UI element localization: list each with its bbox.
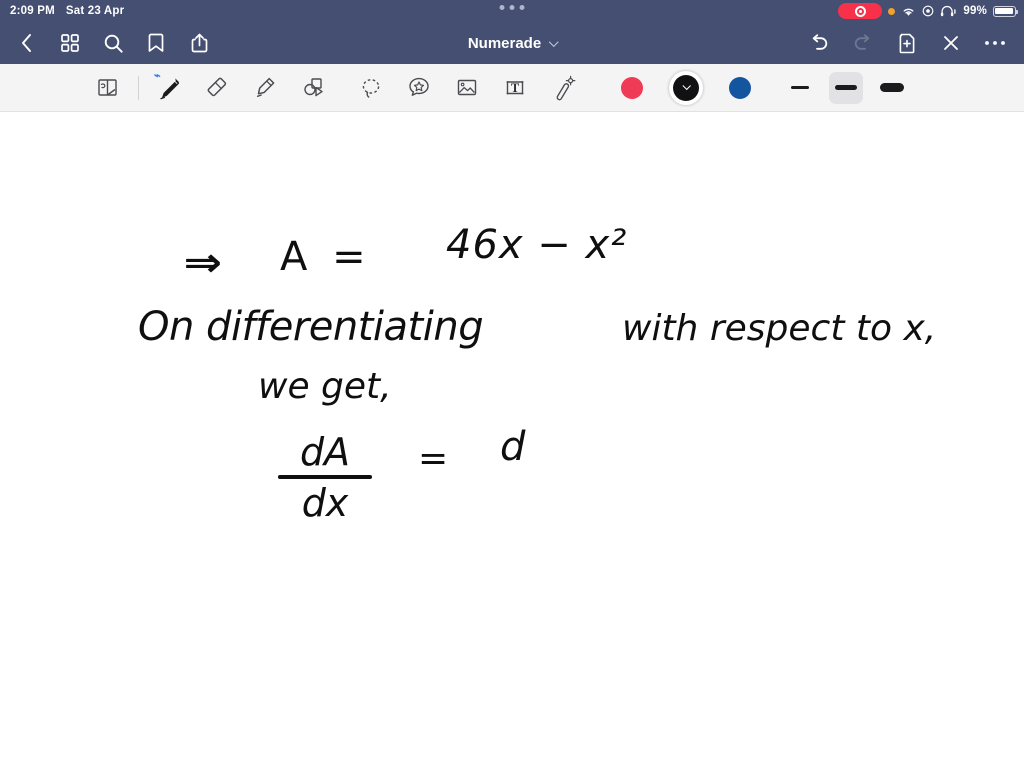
- screen-record-pill[interactable]: [838, 3, 883, 19]
- back-button[interactable]: [8, 26, 46, 60]
- bluetooth-icon: ⌁: [154, 69, 161, 82]
- width-thin-icon: [791, 86, 809, 89]
- add-page-button[interactable]: [888, 26, 926, 60]
- shapes-tool[interactable]: [289, 68, 337, 108]
- more-button[interactable]: [976, 26, 1014, 60]
- text-box-icon: T: [506, 80, 524, 95]
- share-icon: [191, 33, 207, 53]
- record-ring-icon: [854, 5, 866, 17]
- battery-icon: [993, 5, 1019, 17]
- handle-dot: [519, 5, 525, 10]
- width-thick[interactable]: [875, 72, 909, 104]
- ellipsis-icon: [985, 41, 1005, 45]
- toolbar-divider: [138, 75, 139, 100]
- toolbar-tools-group: ⌁ T: [84, 68, 587, 108]
- color-red-swatch: [621, 76, 643, 99]
- we-get: we get,: [258, 366, 392, 407]
- document-plus-icon: [899, 33, 914, 54]
- color-blue-swatch: [729, 76, 751, 99]
- width-thick-icon: [880, 83, 904, 92]
- area-expression: 46x − x²: [446, 222, 628, 268]
- right-side-d: d: [500, 424, 526, 470]
- implies-arrow: ⇒: [183, 240, 223, 286]
- color-black[interactable]: [669, 70, 703, 105]
- sticker-tool[interactable]: [395, 68, 443, 108]
- undo-icon: [812, 34, 828, 50]
- status-bar-left: 2:09 PM Sat 23 Apr: [0, 5, 124, 17]
- lasso-select-icon: [362, 78, 380, 98]
- bookmark-icon: [148, 33, 164, 52]
- handle-dot: [509, 5, 515, 10]
- image-tool[interactable]: [443, 68, 491, 108]
- chevron-left-icon: [22, 34, 31, 52]
- bookmark-button[interactable]: [137, 26, 175, 60]
- document-title-button[interactable]: Numerade: [467, 34, 560, 52]
- color-blue[interactable]: [723, 71, 757, 105]
- redo-button[interactable]: [844, 26, 882, 60]
- stroke-width-group: [783, 71, 909, 104]
- eraser-tool[interactable]: [193, 68, 241, 108]
- equals-sign: =: [418, 438, 449, 479]
- battery-percent: 99%: [963, 5, 987, 17]
- width-medium-icon: [835, 85, 857, 90]
- close-x-icon: [944, 36, 958, 50]
- search-button[interactable]: [94, 26, 132, 60]
- thumbnails-button[interactable]: [51, 26, 89, 60]
- tablet-screen: 2:09 PM Sat 23 Apr 99% Numerade ⌁ T ⇒ A …: [0, 0, 1024, 768]
- chevron-down-icon: [682, 81, 691, 90]
- wifi-icon: [903, 8, 914, 16]
- area-equation: A =: [280, 234, 372, 280]
- width-medium[interactable]: [829, 71, 863, 104]
- with-respect-to-x: with respect to x,: [622, 308, 937, 349]
- chevron-down-icon: [549, 36, 560, 47]
- navigation-bar: Numerade: [0, 22, 1024, 64]
- derivative-fraction: dA dx: [278, 430, 372, 525]
- page-flip-icon: [98, 78, 117, 96]
- drawing-toolbar: ⌁ T: [0, 64, 1024, 112]
- lasso-tool[interactable]: [347, 68, 395, 108]
- share-button[interactable]: [180, 26, 218, 60]
- redo-icon: [854, 34, 870, 50]
- sticker-star-icon: [409, 77, 429, 96]
- shapes-icon: [304, 77, 323, 96]
- nav-right-group: [800, 22, 1014, 64]
- window-handle-dots[interactable]: [499, 5, 525, 10]
- microphone-in-use-dot: [888, 7, 896, 15]
- color-picker-group: [615, 70, 757, 105]
- headphones-icon: [941, 5, 956, 17]
- page-title: Numerade: [467, 34, 542, 52]
- magic-wand-icon: [556, 75, 576, 100]
- highlighter-tool[interactable]: [241, 68, 289, 108]
- undo-button[interactable]: [800, 26, 838, 60]
- width-thin[interactable]: [783, 72, 817, 104]
- highlighter-icon: [256, 77, 275, 97]
- color-black-swatch: [673, 74, 699, 101]
- on-differentiating: On differentiating: [138, 304, 484, 350]
- pen-tool[interactable]: ⌁: [145, 68, 193, 108]
- date: Sat 23 Apr: [65, 5, 125, 17]
- status-bar-right: 99%: [838, 0, 1019, 22]
- screen-record-icon: [923, 5, 934, 17]
- text-tool[interactable]: T: [491, 68, 539, 108]
- derivative-denominator: dx: [301, 481, 349, 525]
- note-canvas[interactable]: ⇒ A = 46x − x² On differentiating with r…: [0, 112, 1024, 768]
- close-button[interactable]: [932, 26, 970, 60]
- status-bar: 2:09 PM Sat 23 Apr 99%: [0, 0, 1024, 22]
- clock: 2:09 PM: [10, 5, 55, 17]
- grid-icon: [61, 34, 79, 52]
- page-flip-tool[interactable]: [84, 68, 132, 108]
- magic-wand-tool[interactable]: [539, 68, 587, 108]
- svg-text:T: T: [511, 81, 520, 95]
- nav-left-group: [0, 26, 218, 60]
- color-red[interactable]: [615, 71, 649, 105]
- image-icon: [457, 79, 477, 95]
- fraction-bar: [278, 475, 372, 479]
- search-icon: [104, 34, 123, 53]
- derivative-numerator: dA: [299, 430, 351, 474]
- eraser-icon: [207, 77, 227, 96]
- handle-dot: [499, 5, 505, 10]
